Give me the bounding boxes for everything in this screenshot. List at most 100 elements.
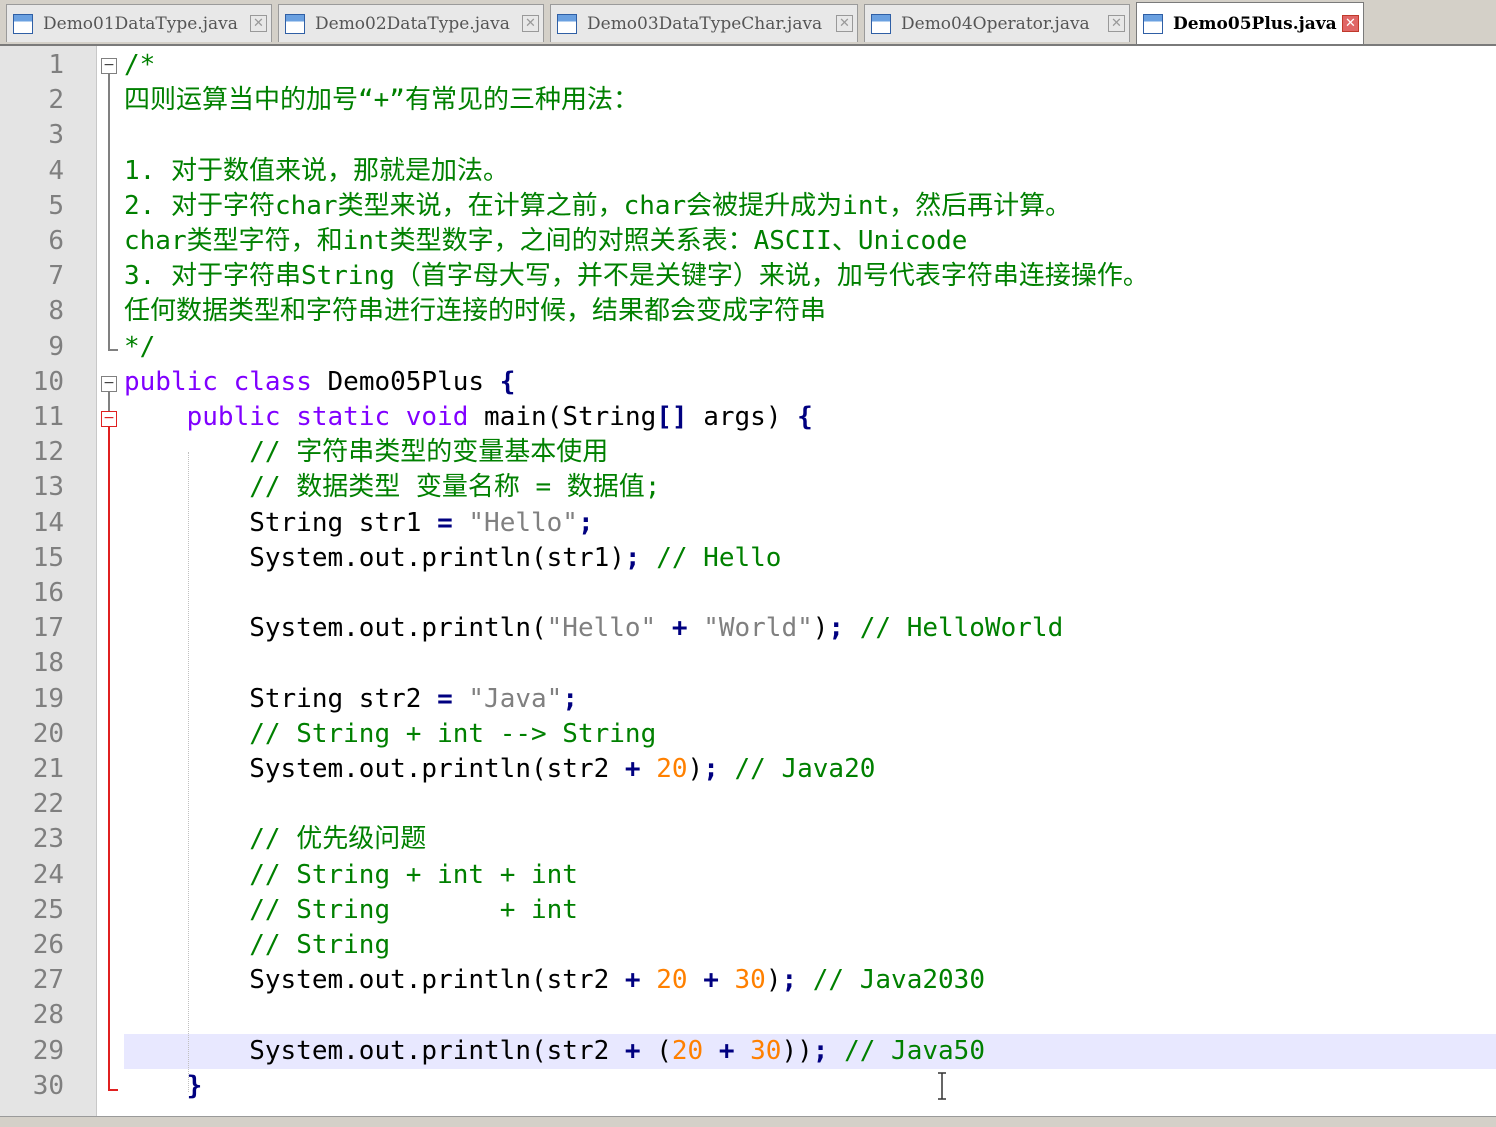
code-editor[interactable]: − − − 1/* 2 四则运算当中的加号“+”有常见的三种用法： 3 4 1. 对于数值… [0, 46, 1496, 1116]
tab-demo05plus[interactable]: Demo05Plus.java ✕ [1136, 2, 1364, 44]
tab-label: Demo01DataType.java [43, 13, 238, 34]
code-token: "Hello" [468, 507, 578, 538]
code-line[interactable]: 21 System.out.println(str2 + 20); // Jav… [0, 752, 1496, 787]
code-line-content[interactable]: // 字符串类型的变量基本使用 [124, 435, 1496, 470]
code-line-content[interactable]: System.out.println(str2 + 20); // Java20 [124, 752, 1496, 787]
code-token: // Hello [656, 542, 782, 573]
code-token: )) [781, 1035, 813, 1066]
code-token: // String + int --> String [249, 718, 657, 749]
code-line[interactable]: 9 */ [0, 330, 1496, 365]
code-line[interactable]: 29 System.out.println(str2 + (20 + 30));… [0, 1033, 1496, 1069]
code-line[interactable]: 13 // 数据类型 变量名称 = 数据值; [0, 470, 1496, 505]
code-token: Demo05Plus [311, 366, 500, 397]
line-number: 7 [48, 261, 64, 292]
code-line-content[interactable]: String str1 = "Hello"; [124, 506, 1496, 541]
tab-demo01datatype[interactable]: Demo01DataType.java ✕ [6, 4, 272, 42]
code-line[interactable]: 11 public static void main(String[] args… [0, 400, 1496, 435]
code-line-content[interactable]: 2. 对于字符char类型来说，在计算之前，char会被提升成为int，然后再计… [124, 189, 1496, 224]
code-line-content[interactable]: // 数据类型 变量名称 = 数据值; [124, 470, 1496, 505]
code-line-content[interactable]: // String + int + int [124, 858, 1496, 893]
code-line[interactable]: 14 String str1 = "Hello"; [0, 506, 1496, 541]
close-icon[interactable]: ✕ [836, 15, 853, 32]
code-line-content[interactable] [124, 787, 1496, 822]
code-token: String str1 [124, 507, 438, 538]
close-icon[interactable]: ✕ [1342, 15, 1359, 32]
code-line[interactable]: 17 System.out.println("Hello" + "World")… [0, 611, 1496, 646]
code-line-content[interactable]: 任何数据类型和字符串进行连接的时候，结果都会变成字符串 [124, 294, 1496, 329]
code-token: // Java2030 [812, 965, 985, 996]
code-line-content[interactable]: System.out.println(str2 + (20 + 30)); //… [124, 1033, 1496, 1069]
code-line-content[interactable] [124, 576, 1496, 611]
code-line[interactable]: 7 3. 对于字符串String（首字母大写，并不是关键字）来说，加号代表字符串连… [0, 259, 1496, 294]
line-number: 16 [32, 578, 64, 608]
code-line[interactable]: 24 // String + int + int [0, 858, 1496, 893]
line-number: 2 [48, 85, 64, 116]
code-token: // String [249, 930, 391, 960]
line-number: 6 [48, 226, 64, 256]
code-line-content[interactable]: public static void main(String[] args) { [124, 400, 1496, 435]
code-line-content[interactable]: System.out.println("Hello" + "World"); /… [124, 611, 1496, 646]
line-number: 27 [32, 965, 64, 996]
code-line[interactable]: 1 /* [0, 48, 1496, 83]
code-line[interactable]: 2 四则运算当中的加号“+”有常见的三种用法： [0, 83, 1496, 118]
code-line-content[interactable]: // String [124, 928, 1496, 963]
code-line[interactable]: 12 // 字符串类型的变量基本使用 [0, 435, 1496, 470]
code-line[interactable]: 30 } [0, 1069, 1496, 1104]
code-line-content[interactable]: */ [124, 330, 1496, 365]
code-line-content[interactable]: public class Demo05Plus { [124, 365, 1496, 400]
code-line[interactable]: 27 System.out.println(str2 + 20 + 30); /… [0, 963, 1496, 998]
code-line[interactable]: 26 // String [0, 928, 1496, 963]
code-line[interactable]: 19 String str2 = "Java"; [0, 682, 1496, 717]
code-line[interactable]: 3 [0, 118, 1496, 153]
code-line[interactable]: 5 2. 对于字符char类型来说，在计算之前，char会被提升成为int，然后再… [0, 189, 1496, 224]
code-line[interactable]: 16 [0, 576, 1496, 611]
code-line-content[interactable] [124, 646, 1496, 681]
tab-demo02datatype[interactable]: Demo02DataType.java ✕ [278, 4, 544, 42]
code-line[interactable]: 18 [0, 646, 1496, 681]
close-icon[interactable]: ✕ [1108, 15, 1125, 32]
code-line-content[interactable]: char类型字符，和int类型数字，之间的对照关系表：ASCII、Unicode [124, 224, 1496, 259]
code-token: ; [828, 613, 845, 644]
tab-demo03datatypechar[interactable]: Demo03DataTypeChar.java ✕ [550, 4, 858, 42]
code-line-content[interactable]: // String + int [124, 893, 1496, 928]
code-token: ; [781, 965, 798, 996]
code-line-content[interactable]: 四则运算当中的加号“+”有常见的三种用法： [124, 83, 1496, 118]
code-line[interactable]: 28 [0, 998, 1496, 1033]
code-line[interactable]: 22 [0, 787, 1496, 822]
line-number: 9 [48, 331, 64, 362]
code-line-content[interactable]: 3. 对于字符串String（首字母大写，并不是关键字）来说，加号代表字符串连接… [124, 259, 1496, 294]
code-token: static [296, 402, 391, 432]
close-icon[interactable]: ✕ [250, 15, 267, 32]
code-line-content[interactable] [124, 998, 1496, 1033]
tab-demo04operator[interactable]: Demo04Operator.java ✕ [864, 4, 1130, 42]
close-icon[interactable]: ✕ [522, 15, 539, 32]
code-line-content[interactable]: System.out.println(str1); // Hello [124, 541, 1496, 576]
code-line[interactable]: 4 1. 对于数值来说，那就是加法。 [0, 154, 1496, 189]
code-line[interactable]: 10 public class Demo05Plus { [0, 365, 1496, 400]
code-line-content[interactable]: System.out.println(str2 + 20 + 30); // J… [124, 963, 1496, 998]
code-line-content[interactable] [124, 118, 1496, 153]
tab-label: Demo04Operator.java [901, 13, 1090, 34]
code-line-content[interactable]: String str2 = "Java"; [124, 682, 1496, 717]
code-line[interactable]: 25 // String + int [0, 893, 1496, 928]
code-line-content[interactable]: } [124, 1069, 1496, 1104]
code-line[interactable]: 23 // 优先级问题 [0, 822, 1496, 857]
code-text: // 字符串类型的变量基本使用 [124, 435, 608, 470]
code-token: // Java20 [734, 754, 876, 784]
code-line[interactable]: 20 // String + int --> String [0, 717, 1496, 752]
code-token: 20 [671, 1035, 704, 1066]
code-line[interactable]: 6 char类型字符，和int类型数字，之间的对照关系表：ASCII、Unicod… [0, 224, 1496, 259]
code-line-content[interactable]: // String + int --> String [124, 717, 1496, 752]
code-line-content[interactable]: // 优先级问题 [124, 822, 1496, 857]
code-line-content[interactable]: /* [124, 48, 1496, 83]
code-line[interactable]: 8 任何数据类型和字符串进行连接的时候，结果都会变成字符串 [0, 294, 1496, 329]
code-token: main(String [468, 402, 657, 432]
code-line-content[interactable]: 1. 对于数值来说，那就是加法。 [124, 154, 1496, 189]
code-line[interactable]: 15 System.out.println(str1); // Hello [0, 541, 1496, 576]
